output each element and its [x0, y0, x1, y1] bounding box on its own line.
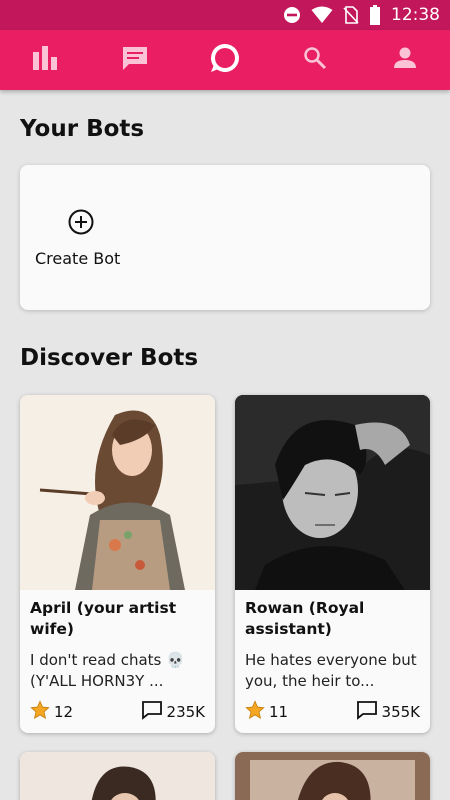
bot-description: I don't read chats 💀(Y'ALL HORN3Y ... — [30, 651, 185, 690]
create-bot-card[interactable]: Create Bot — [20, 165, 430, 310]
bot-card[interactable]: Rowan (Royal assistant) He hates everyon… — [235, 395, 430, 733]
top-nav-bar — [0, 30, 450, 90]
bot-avatar-image — [235, 395, 430, 590]
bot-name: Rowan (Royal assistant) — [245, 599, 365, 638]
star-icon — [245, 700, 265, 724]
comment-icon — [141, 700, 163, 724]
chat-count: 235K — [141, 700, 205, 724]
nav-chats[interactable] — [110, 35, 160, 85]
status-bar: 12:38 — [0, 0, 450, 30]
nav-profile[interactable] — [380, 35, 430, 85]
status-time: 12:38 — [391, 5, 440, 25]
bubble-icon — [209, 42, 241, 79]
chat-icon — [121, 45, 149, 76]
star-count: 11 — [245, 700, 288, 724]
nav-search[interactable] — [290, 35, 340, 85]
bot-name: April (your artist wife) — [30, 599, 177, 638]
search-icon — [303, 46, 327, 75]
no-sim-icon — [343, 6, 359, 24]
person-icon — [393, 46, 417, 75]
nav-bots[interactable] — [200, 35, 250, 85]
add-circle-icon — [68, 209, 94, 235]
bar-chart-icon — [31, 45, 59, 75]
bot-avatar-image — [20, 395, 215, 590]
comment-icon — [356, 700, 378, 724]
bot-avatar-image — [235, 752, 430, 800]
bot-stats: 12 235K — [20, 694, 215, 730]
star-count: 12 — [30, 700, 73, 724]
do-not-disturb-icon — [283, 6, 301, 24]
bot-card-partial[interactable] — [20, 752, 215, 800]
star-icon — [30, 700, 50, 724]
bot-avatar-image — [20, 752, 215, 800]
wifi-icon — [311, 6, 333, 24]
bot-description: He hates everyone but you, the heir to..… — [245, 651, 417, 690]
create-bot-label: Create Bot — [35, 249, 121, 268]
bot-card-partial[interactable] — [235, 752, 430, 800]
bot-stats: 11 355K — [235, 694, 430, 730]
your-bots-title: Your Bots — [20, 116, 145, 142]
bot-card[interactable]: April (your artist wife) I don't read ch… — [20, 395, 215, 733]
nav-stats[interactable] — [20, 35, 70, 85]
battery-icon — [369, 5, 381, 25]
discover-bots-title: Discover Bots — [20, 345, 199, 371]
chat-count: 355K — [356, 700, 420, 724]
